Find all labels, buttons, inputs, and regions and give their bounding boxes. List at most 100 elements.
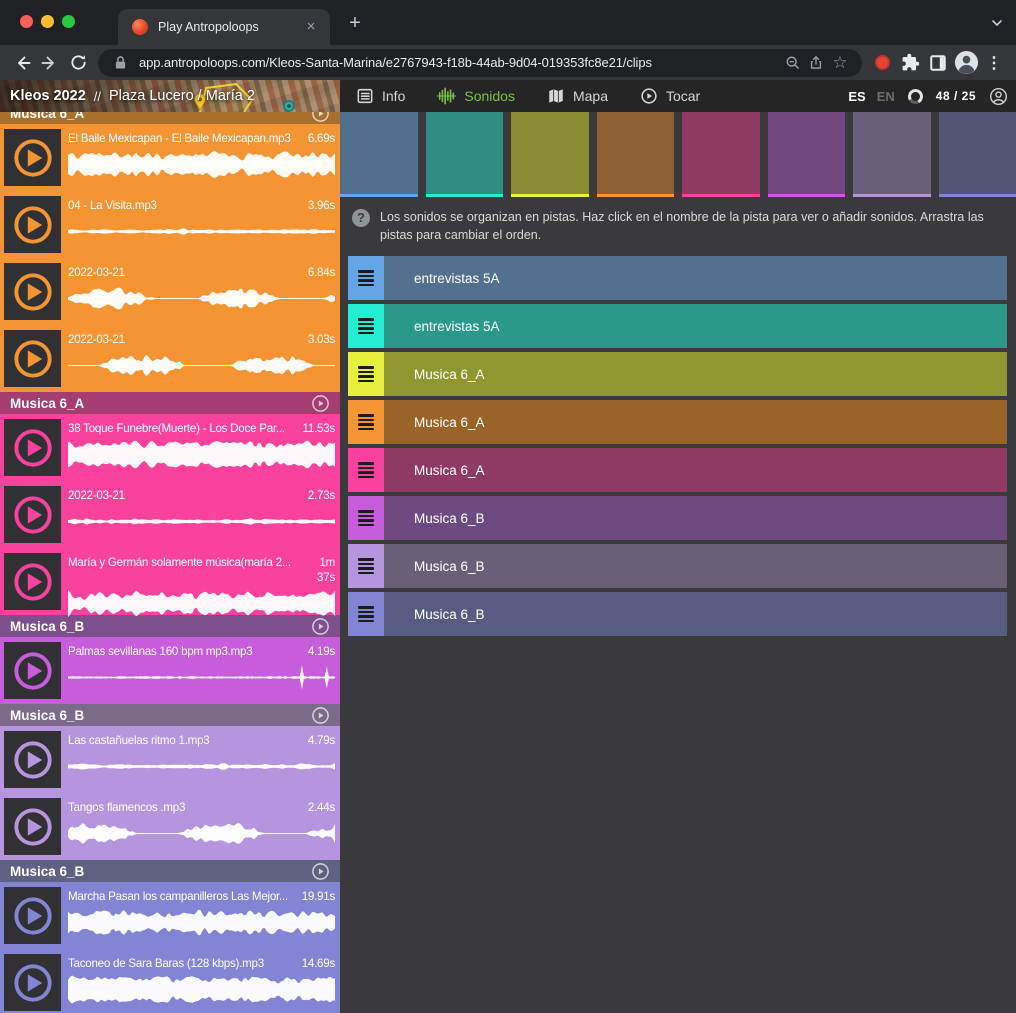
- clip-play-button[interactable]: [4, 196, 61, 253]
- url-text[interactable]: app.antropoloops.com/Kleos-Santa-Marina/…: [139, 55, 780, 70]
- reload-button[interactable]: [64, 49, 92, 77]
- track-row[interactable]: Musica 6_A: [348, 400, 1007, 444]
- clip-waveform[interactable]: [68, 216, 335, 247]
- track-row[interactable]: Musica 6_B: [348, 544, 1007, 588]
- clip-waveform[interactable]: [68, 506, 335, 537]
- new-tab-button[interactable]: +: [344, 13, 366, 35]
- map-thumbnail[interactable]: Kleos 2022 // Plaza Lucero / María 2: [0, 80, 340, 112]
- section-play-icon[interactable]: [311, 394, 330, 413]
- drag-handle-icon[interactable]: [348, 544, 384, 588]
- section-play-icon[interactable]: [311, 862, 330, 881]
- track-row[interactable]: Musica 6_B: [348, 496, 1007, 540]
- clip-waveform[interactable]: [68, 662, 335, 693]
- recording-extension-icon[interactable]: [868, 49, 896, 77]
- section-play-icon[interactable]: [311, 706, 330, 725]
- clip-waveform[interactable]: [68, 283, 335, 314]
- share-icon[interactable]: [804, 51, 828, 75]
- drag-handle-icon[interactable]: [348, 400, 384, 444]
- account-icon[interactable]: [989, 87, 1008, 106]
- track-row[interactable]: entrevistas 5A: [348, 304, 1007, 348]
- profile-avatar[interactable]: [952, 49, 980, 77]
- track-color-swatch[interactable]: [682, 112, 760, 197]
- clip-play-button[interactable]: [4, 263, 61, 320]
- drag-handle-icon[interactable]: [348, 448, 384, 492]
- tab-close-icon[interactable]: ×: [302, 18, 320, 36]
- clip-waveform[interactable]: [68, 907, 335, 938]
- track-color-swatch[interactable]: [597, 112, 675, 197]
- track-section-header[interactable]: Musica 6_B: [0, 704, 340, 726]
- track-section-header[interactable]: Musica 6_A: [0, 392, 340, 414]
- clip-waveform[interactable]: [68, 149, 335, 180]
- minimize-window-icon[interactable]: [41, 15, 54, 28]
- track-section-header[interactable]: Musica 6_B: [0, 860, 340, 882]
- section-play-icon[interactable]: [311, 617, 330, 636]
- clip-duration: 6.69s: [308, 131, 335, 146]
- track-color-swatch[interactable]: [511, 112, 589, 197]
- back-button[interactable]: [8, 49, 36, 77]
- track-name-area[interactable]: Musica 6_B: [384, 496, 1007, 540]
- window-controls[interactable]: [20, 15, 75, 28]
- track-color-swatch[interactable]: [853, 112, 931, 197]
- clip-waveform[interactable]: [68, 818, 335, 849]
- clip-waveform[interactable]: [68, 974, 335, 1005]
- close-window-icon[interactable]: [20, 15, 33, 28]
- track-name-area[interactable]: Musica 6_A: [384, 400, 1007, 444]
- clip-play-button[interactable]: [4, 798, 61, 855]
- address-bar[interactable]: app.antropoloops.com/Kleos-Santa-Marina/…: [98, 49, 862, 77]
- breadcrumb[interactable]: Kleos 2022 // Plaza Lucero / María 2: [10, 80, 255, 112]
- clip-play-button[interactable]: [4, 954, 61, 1011]
- lock-icon[interactable]: [108, 51, 132, 75]
- track-name-area[interactable]: entrevistas 5A: [384, 304, 1007, 348]
- track-color-swatch[interactable]: [340, 112, 418, 197]
- clip-play-button[interactable]: [4, 642, 61, 699]
- track-section-header[interactable]: Musica 6_A: [0, 112, 340, 124]
- bookmark-star-icon[interactable]: ☆: [828, 51, 852, 75]
- track-name-area[interactable]: Musica 6_B: [384, 544, 1007, 588]
- track-name-area[interactable]: entrevistas 5A: [384, 256, 1007, 300]
- breadcrumb-page-title[interactable]: Plaza Lucero / María 2: [109, 88, 255, 104]
- clip-waveform[interactable]: [68, 588, 335, 619]
- browser-menu-icon[interactable]: ⋮: [980, 49, 1008, 77]
- clip-play-button[interactable]: [4, 731, 61, 788]
- clip-play-button[interactable]: [4, 553, 61, 610]
- clip-play-button[interactable]: [4, 887, 61, 944]
- track-color-swatch[interactable]: [939, 112, 1016, 197]
- tab-search-chevron-icon[interactable]: [990, 16, 1004, 35]
- maximize-window-icon[interactable]: [62, 15, 75, 28]
- track-row[interactable]: entrevistas 5A: [348, 256, 1007, 300]
- clip-waveform[interactable]: [68, 751, 335, 782]
- extensions-puzzle-icon[interactable]: [896, 49, 924, 77]
- drag-handle-icon[interactable]: [348, 352, 384, 396]
- browser-tab[interactable]: Play Antropoloops ×: [118, 9, 330, 45]
- drag-handle-icon[interactable]: [348, 592, 384, 636]
- clip-play-button[interactable]: [4, 486, 61, 543]
- track-name-area[interactable]: Musica 6_A: [384, 448, 1007, 492]
- clip-play-button[interactable]: [4, 129, 61, 186]
- clip-waveform[interactable]: [68, 439, 335, 470]
- section-play-icon[interactable]: [311, 112, 330, 123]
- zoom-icon[interactable]: [780, 51, 804, 75]
- side-panel-icon[interactable]: [924, 49, 952, 77]
- track-color-swatch[interactable]: [426, 112, 504, 197]
- track-row[interactable]: Musica 6_A: [348, 352, 1007, 396]
- nav-tab-tocar[interactable]: Tocar: [640, 87, 700, 105]
- drag-handle-icon[interactable]: [348, 496, 384, 540]
- track-name-area[interactable]: Musica 6_B: [384, 592, 1007, 636]
- track-color-swatch[interactable]: [768, 112, 846, 197]
- breadcrumb-project[interactable]: Kleos 2022: [10, 88, 86, 104]
- track-name-area[interactable]: Musica 6_A: [384, 352, 1007, 396]
- lang-es-button[interactable]: ES: [848, 89, 865, 104]
- help-question-icon: ?: [352, 209, 370, 227]
- lang-en-button[interactable]: EN: [877, 89, 895, 104]
- nav-tab-sonidos[interactable]: Sonidos: [437, 87, 515, 105]
- nav-tab-info[interactable]: Info: [356, 87, 405, 105]
- nav-tab-mapa[interactable]: Mapa: [547, 87, 608, 105]
- clip-play-button[interactable]: [4, 419, 61, 476]
- clip-play-button[interactable]: [4, 330, 61, 387]
- track-row[interactable]: Musica 6_B: [348, 592, 1007, 636]
- drag-handle-icon[interactable]: [348, 256, 384, 300]
- track-row[interactable]: Musica 6_A: [348, 448, 1007, 492]
- clip-waveform[interactable]: [68, 350, 335, 381]
- forward-button[interactable]: [36, 49, 64, 77]
- drag-handle-icon[interactable]: [348, 304, 384, 348]
